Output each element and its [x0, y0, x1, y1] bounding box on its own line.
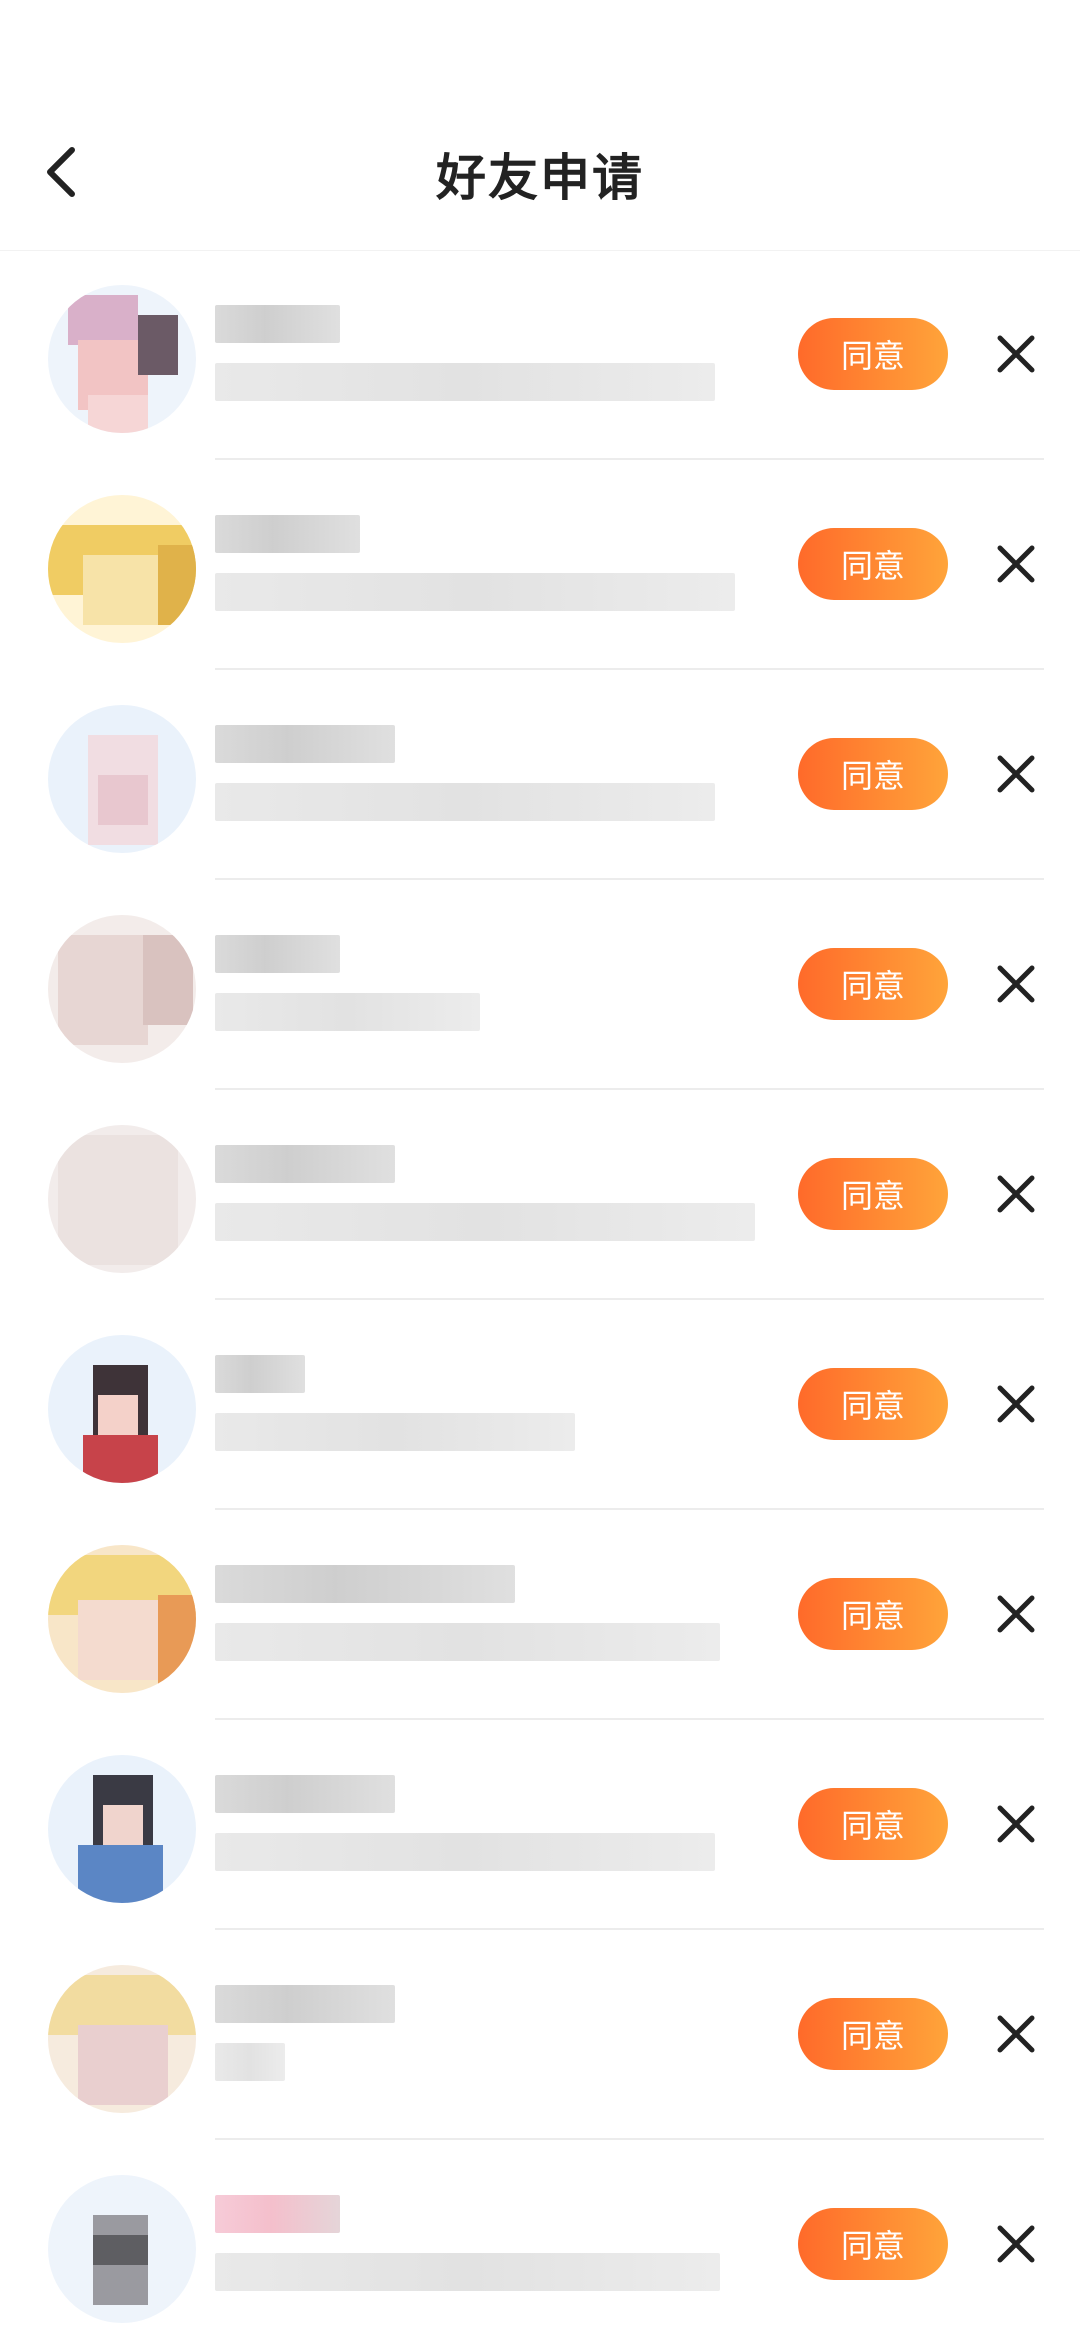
- close-icon: [997, 1595, 1035, 1633]
- reject-button[interactable]: [990, 538, 1042, 590]
- accept-button[interactable]: 同意: [798, 1788, 948, 1860]
- avatar[interactable]: [48, 1125, 196, 1273]
- avatar-pixel: [158, 1595, 196, 1685]
- avatar-pixel: [143, 935, 193, 1025]
- list-item: 同意: [0, 1300, 1080, 1510]
- reject-button[interactable]: [990, 958, 1042, 1010]
- accept-button[interactable]: 同意: [798, 1158, 948, 1230]
- avatar[interactable]: [48, 1965, 196, 2113]
- list-item: 同意: [0, 2140, 1080, 2340]
- blurred-username: [215, 1775, 395, 1813]
- list-item: 同意: [0, 1510, 1080, 1720]
- blurred-message: [215, 1623, 720, 1661]
- blurred-message: [215, 2253, 720, 2291]
- blurred-username: [215, 2195, 340, 2233]
- avatar-pixel: [83, 555, 158, 625]
- accept-button[interactable]: 同意: [798, 948, 948, 1020]
- avatar-pixel: [158, 545, 196, 625]
- avatar-pixel: [78, 2025, 168, 2105]
- close-icon: [997, 2015, 1035, 2053]
- close-icon: [997, 1175, 1035, 1213]
- avatar-pixel: [68, 295, 138, 345]
- accept-button[interactable]: 同意: [798, 318, 948, 390]
- blurred-message: [215, 1833, 715, 1871]
- list-item: 同意: [0, 1090, 1080, 1300]
- blurred-message: [215, 363, 715, 401]
- blurred-username: [215, 725, 395, 763]
- accept-button[interactable]: 同意: [798, 1578, 948, 1650]
- reject-button[interactable]: [990, 748, 1042, 800]
- list-item: 同意: [0, 1930, 1080, 2140]
- blurred-message: [215, 2043, 285, 2081]
- list-item: 同意: [0, 1720, 1080, 1930]
- close-icon: [997, 965, 1035, 1003]
- avatar[interactable]: [48, 1335, 196, 1483]
- avatar[interactable]: [48, 705, 196, 853]
- avatar-pixel: [58, 1135, 178, 1265]
- list-item: 同意: [0, 880, 1080, 1090]
- reject-button[interactable]: [990, 1378, 1042, 1430]
- reject-button[interactable]: [990, 328, 1042, 380]
- avatar-pixel: [78, 1600, 158, 1680]
- reject-button[interactable]: [990, 2008, 1042, 2060]
- avatar[interactable]: [48, 1755, 196, 1903]
- avatar-pixel: [93, 2235, 148, 2265]
- blurred-username: [215, 1355, 305, 1393]
- blurred-message: [215, 783, 715, 821]
- close-icon: [997, 335, 1035, 373]
- blurred-username: [215, 935, 340, 973]
- blurred-message: [215, 573, 735, 611]
- reject-button[interactable]: [990, 2218, 1042, 2270]
- reject-button[interactable]: [990, 1588, 1042, 1640]
- avatar-pixel: [58, 935, 148, 1045]
- list-item: 同意: [0, 460, 1080, 670]
- avatar-pixel: [83, 1435, 158, 1483]
- accept-button[interactable]: 同意: [798, 1998, 948, 2070]
- top-bar: 好友申请: [0, 0, 1080, 251]
- close-icon: [997, 1805, 1035, 1843]
- blurred-username: [215, 1985, 395, 2023]
- friend-requests-screen: 好友申请 同意 同意 同意 同意 同意 同意 同意 同意 同意 同意: [0, 0, 1080, 2340]
- accept-button[interactable]: 同意: [798, 2208, 948, 2280]
- list-item: 同意: [0, 250, 1080, 460]
- avatar-pixel: [98, 1395, 138, 1435]
- avatar-pixel: [98, 775, 148, 825]
- list-item: 同意: [0, 670, 1080, 880]
- avatar[interactable]: [48, 2175, 196, 2323]
- avatar-pixel: [138, 315, 178, 375]
- avatar[interactable]: [48, 1545, 196, 1693]
- close-icon: [997, 1385, 1035, 1423]
- avatar-pixel: [78, 1845, 163, 1903]
- blurred-username: [215, 515, 360, 553]
- accept-button[interactable]: 同意: [798, 1368, 948, 1440]
- close-icon: [997, 755, 1035, 793]
- reject-button[interactable]: [990, 1168, 1042, 1220]
- blurred-message: [215, 1203, 755, 1241]
- reject-button[interactable]: [990, 1798, 1042, 1850]
- accept-button[interactable]: 同意: [798, 528, 948, 600]
- avatar-pixel: [88, 395, 148, 433]
- close-icon: [997, 2225, 1035, 2263]
- accept-button[interactable]: 同意: [798, 738, 948, 810]
- avatar[interactable]: [48, 915, 196, 1063]
- page-title: 好友申请: [436, 149, 644, 207]
- blurred-message: [215, 993, 480, 1031]
- blurred-username: [215, 305, 340, 343]
- avatar-pixel: [103, 1805, 143, 1845]
- avatar[interactable]: [48, 495, 196, 643]
- blurred-username: [215, 1145, 395, 1183]
- blurred-message: [215, 1413, 575, 1451]
- blurred-username: [215, 1565, 515, 1603]
- request-list: 同意 同意 同意 同意 同意 同意 同意 同意 同意 同意: [0, 250, 1080, 2340]
- avatar[interactable]: [48, 285, 196, 433]
- close-icon: [997, 545, 1035, 583]
